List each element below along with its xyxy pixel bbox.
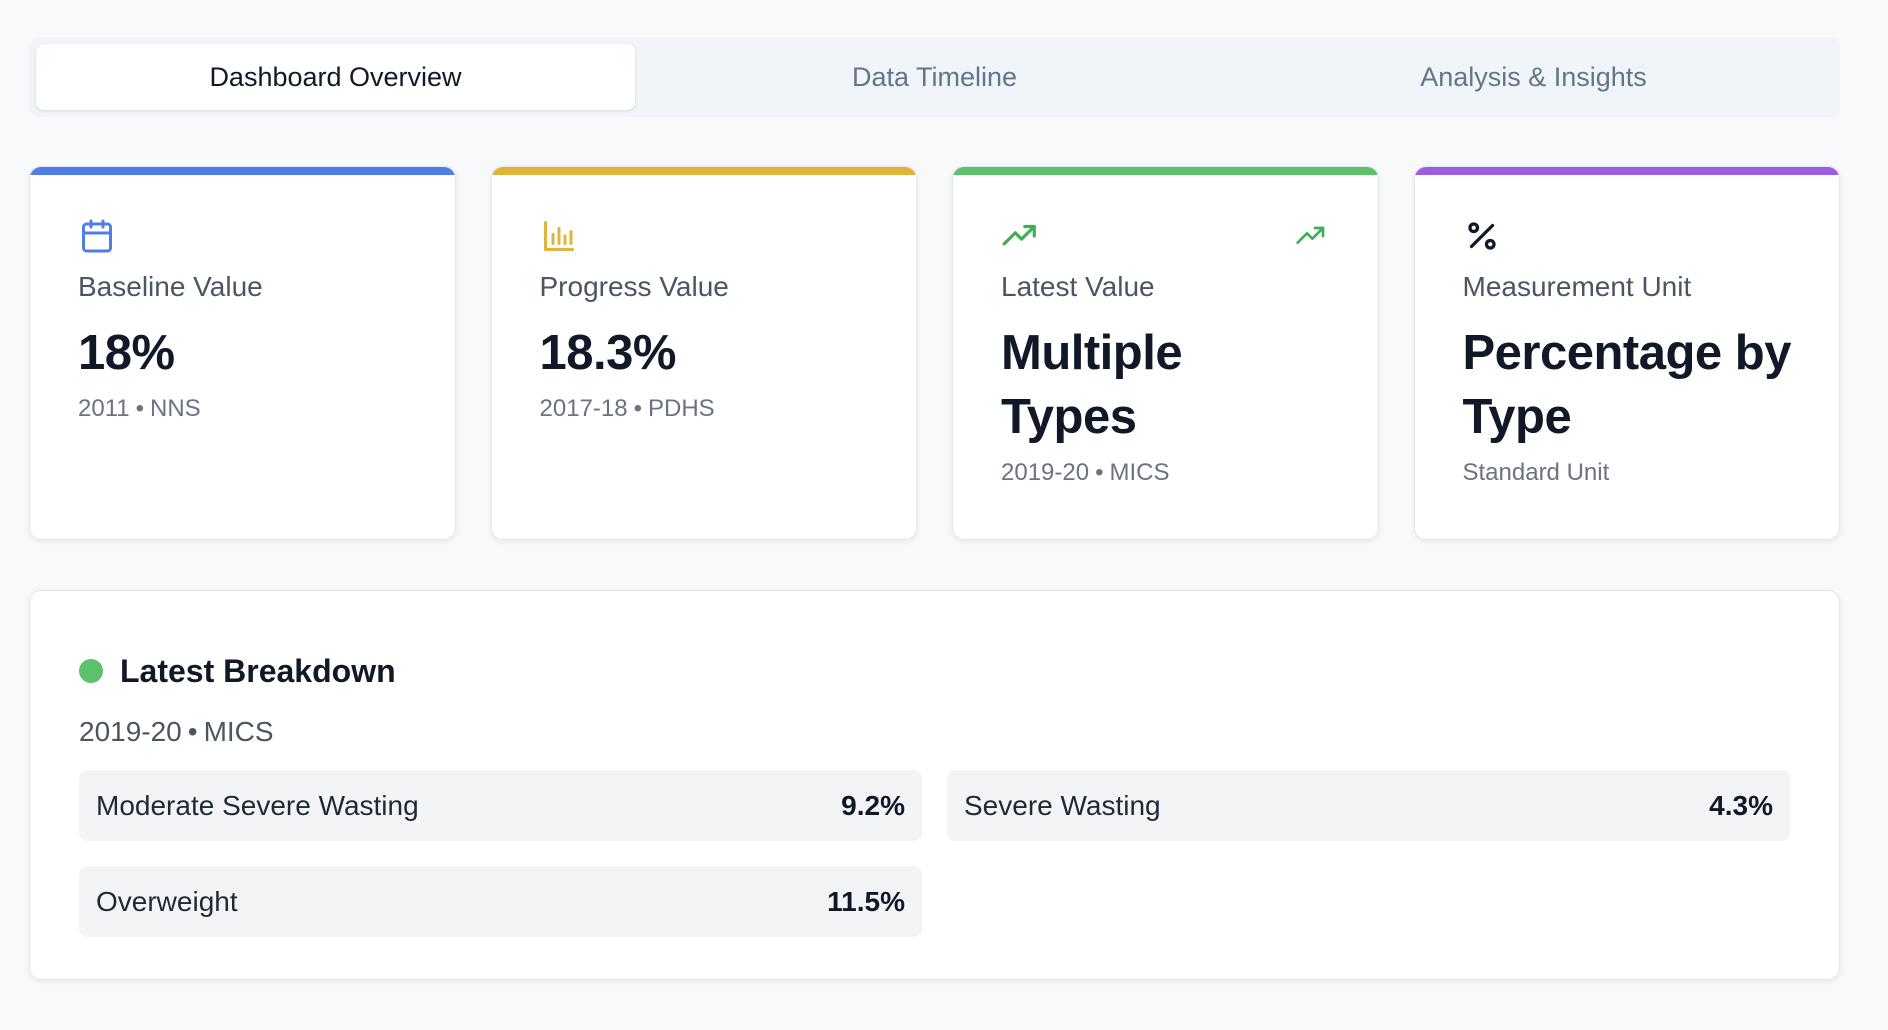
card-accent-bar <box>1414 167 1839 175</box>
card-label: Measurement Unit <box>1462 271 1692 302</box>
calendar-icon <box>78 217 116 255</box>
card-source: PDHS <box>647 395 715 422</box>
separator-dot: • <box>135 395 145 422</box>
card-year: 2019-20 <box>1001 459 1090 486</box>
card-label: Latest Value <box>1001 271 1155 302</box>
card-label: Baseline Value <box>78 271 263 302</box>
breakdown-item: Moderate Severe Wasting 9.2% <box>79 770 922 841</box>
card-label: Progress Value <box>539 271 729 302</box>
card-value: 18.3% <box>539 326 677 380</box>
breakdown-meta: 2019-20 • MICS <box>79 716 1790 748</box>
trending-up-icon <box>1001 217 1039 255</box>
tab-bar: Dashboard Overview Data Timeline Analysi… <box>29 37 1840 117</box>
tab-data-timeline[interactable]: Data Timeline <box>635 44 1234 110</box>
card-meta: 2019-20 • MICS <box>1001 459 1330 487</box>
card-accent-bar <box>953 167 1378 175</box>
breakdown-item-value: 9.2% <box>841 789 905 821</box>
tab-dashboard-overview[interactable]: Dashboard Overview <box>36 44 635 110</box>
card-source: MICS <box>1109 459 1170 486</box>
separator-dot: • <box>1095 459 1104 486</box>
breakdown-item-value: 4.3% <box>1709 789 1773 821</box>
unit-card: Measurement Unit Percentage by Type Stan… <box>1413 166 1840 540</box>
tab-analysis-insights[interactable]: Analysis & Insights <box>1234 44 1833 110</box>
breakdown-item-name: Severe Wasting <box>964 789 1161 821</box>
breakdown-item-name: Moderate Severe Wasting <box>96 789 419 821</box>
progress-card: Progress Value 18.3% 2017-18 • PDHS <box>490 166 917 540</box>
status-dot <box>79 659 103 683</box>
baseline-card: Baseline Value 18% 2011 • NNS <box>29 166 456 540</box>
percent-icon <box>1463 217 1501 255</box>
trending-up-icon <box>1292 217 1330 255</box>
card-accent-bar <box>491 167 916 175</box>
bar-chart-icon <box>540 217 578 255</box>
card-meta: 2011 • NNS <box>78 395 407 423</box>
breakdown-grid: Moderate Severe Wasting 9.2% Severe Wast… <box>79 770 1790 937</box>
card-year: 2011 <box>78 395 130 422</box>
card-value: Percentage by Type <box>1462 326 1792 444</box>
breakdown-item: Severe Wasting 4.3% <box>947 770 1790 841</box>
card-value: Multiple Types <box>1001 326 1183 444</box>
breakdown-title: Latest Breakdown <box>120 652 396 689</box>
breakdown-item-name: Overweight <box>96 885 238 917</box>
card-year: 2017-18 <box>539 395 628 422</box>
card-value: 18% <box>78 326 175 380</box>
latest-breakdown-panel: Latest Breakdown 2019-20 • MICS Moderate S… <box>29 590 1840 980</box>
stat-cards: Baseline Value 18% 2011 • NNS Progress V… <box>29 166 1840 540</box>
breakdown-item-value: 11.5% <box>827 885 905 917</box>
card-accent-bar <box>30 167 455 175</box>
breakdown-item: Overweight 11.5% <box>79 866 922 937</box>
card-meta: 2017-18 • PDHS <box>540 395 869 423</box>
card-source: NNS <box>150 395 201 422</box>
separator-dot: • <box>633 395 642 422</box>
breakdown-year: 2019-20 <box>79 716 182 747</box>
breakdown-source: MICS <box>203 716 274 747</box>
separator-dot: • <box>187 716 198 747</box>
card-subtitle: Standard Unit <box>1462 459 1610 486</box>
dashboard-page: Dashboard Overview Data Timeline Analysi… <box>0 0 1888 1030</box>
latest-card: Latest Value Multiple Types 2019-20 • MICS <box>952 166 1379 540</box>
